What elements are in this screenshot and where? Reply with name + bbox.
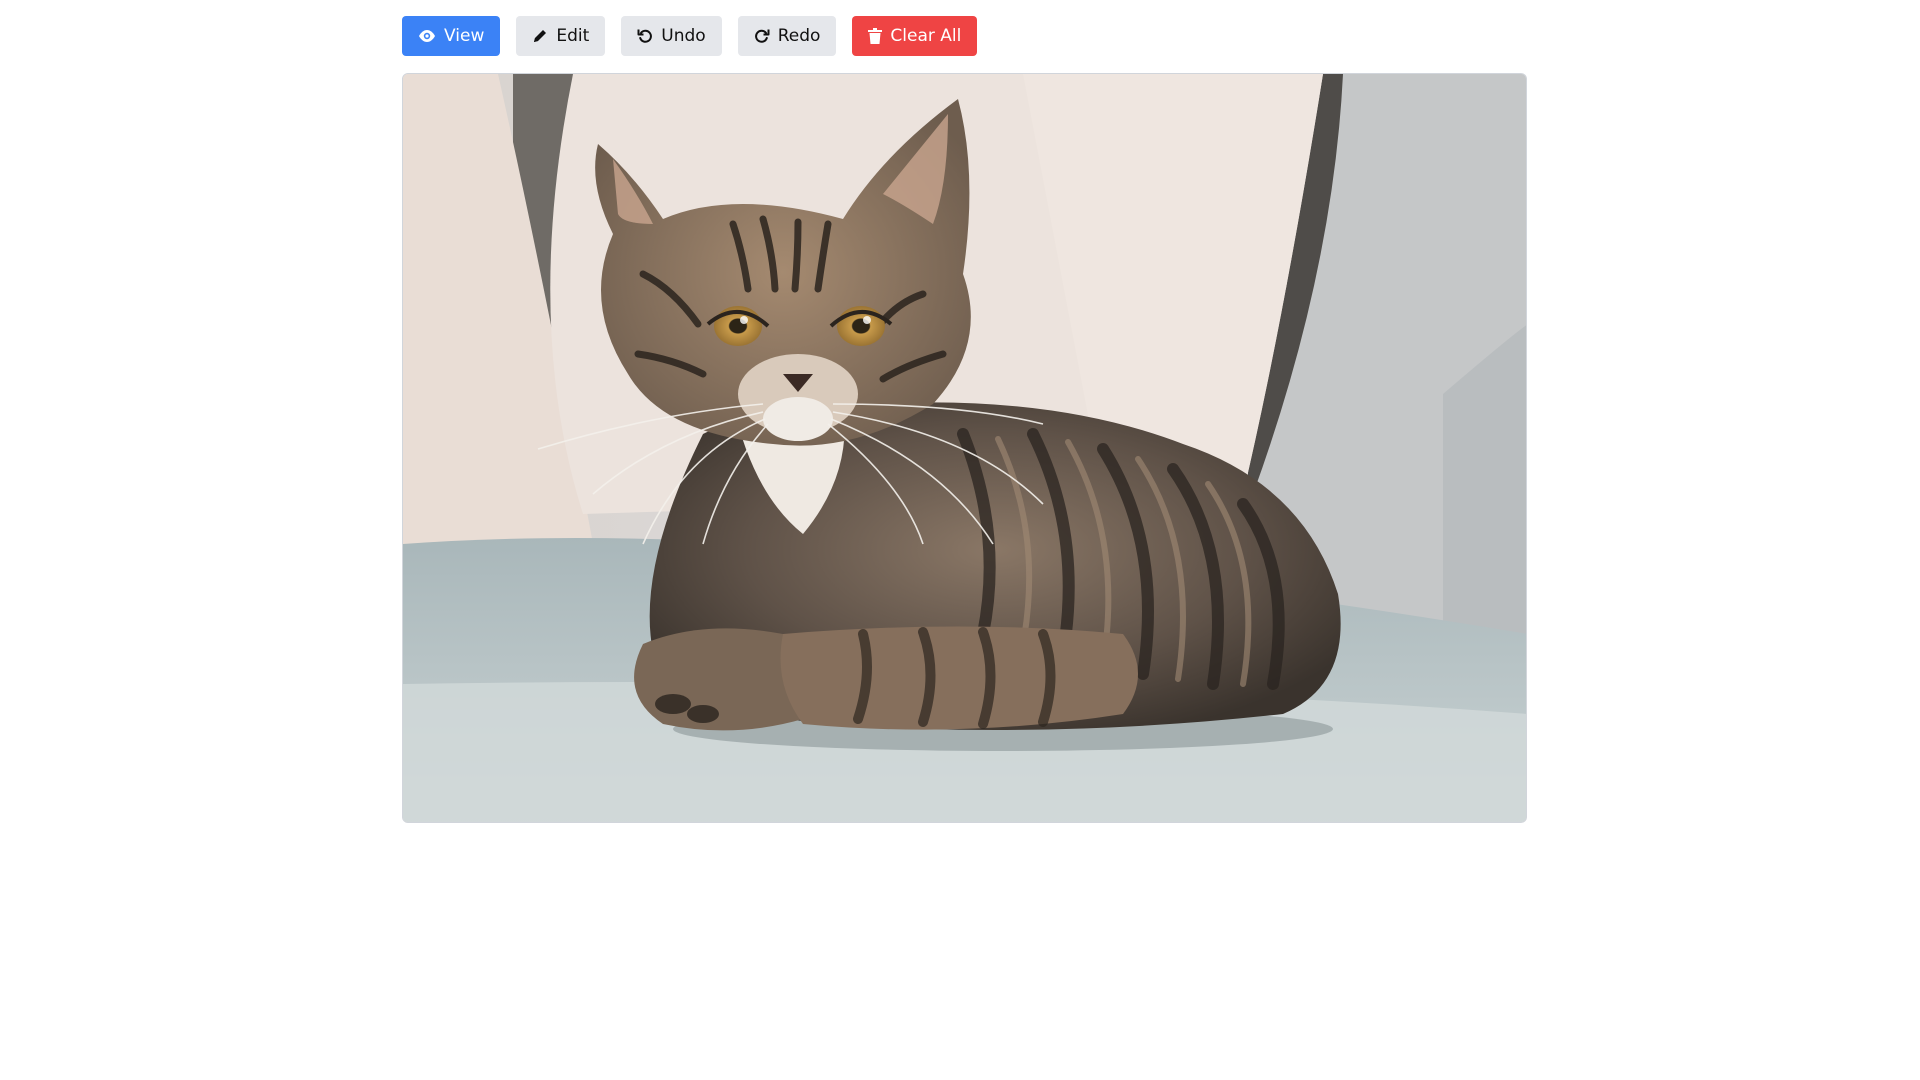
edit-button[interactable]: Edit xyxy=(516,16,606,56)
toolbar: View Edit Undo Redo Clear All xyxy=(402,16,993,56)
editor-app: View Edit Undo Redo Clear All xyxy=(0,0,1920,1080)
cat-photo xyxy=(403,74,1526,822)
eye-icon xyxy=(418,29,436,43)
trash-icon xyxy=(868,28,883,44)
redo-button[interactable]: Redo xyxy=(737,16,837,56)
redo-icon xyxy=(754,28,770,44)
view-button[interactable]: View xyxy=(402,16,501,56)
view-button-label: View xyxy=(444,26,485,46)
clear-all-button-label: Clear All xyxy=(890,26,962,46)
pencil-icon xyxy=(532,28,548,44)
edit-button-label: Edit xyxy=(556,26,590,46)
redo-button-label: Redo xyxy=(777,26,821,46)
image-canvas[interactable] xyxy=(402,73,1527,823)
clear-all-button[interactable]: Clear All xyxy=(852,16,978,56)
undo-button[interactable]: Undo xyxy=(621,16,722,56)
undo-button-label: Undo xyxy=(661,26,706,46)
undo-icon xyxy=(637,28,653,44)
